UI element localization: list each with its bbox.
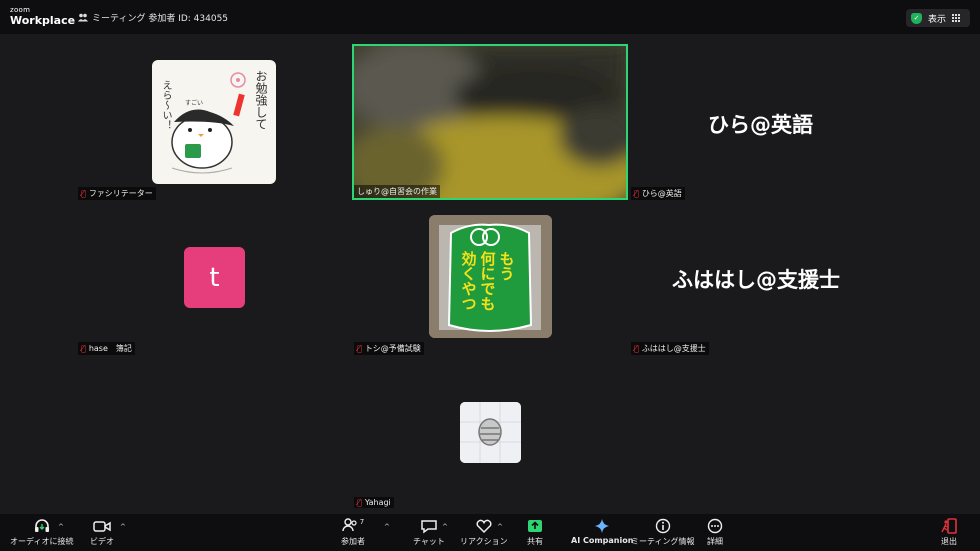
name-tag-yahagi: 🎙̸ Yahagi xyxy=(354,497,394,508)
chat-options-caret[interactable]: ^ xyxy=(442,523,448,531)
mic-muted-icon: 🎙̸ xyxy=(634,344,639,353)
reactions-options-caret[interactable]: ^ xyxy=(497,523,503,531)
ai-companion-button[interactable]: AI Companion xyxy=(571,518,633,545)
more-button[interactable]: 詳細 xyxy=(707,518,723,547)
participant-name: ふははし@支援士 xyxy=(641,344,706,353)
name-tag-shuri: しゅり@自習会の作業 xyxy=(354,185,440,198)
blurred-camera-image xyxy=(354,46,626,198)
audio-label: オーディオに接続 xyxy=(10,537,74,546)
participant-name: Yahagi xyxy=(364,498,391,507)
share-label: 共有 xyxy=(527,537,543,546)
participants-options-caret[interactable]: ^ xyxy=(384,523,390,531)
omamori-text-col1: 効くやつ xyxy=(459,251,478,311)
view-button[interactable]: ✓ 表示 xyxy=(906,9,970,27)
meeting-toolbar: オーディオに接続 ^ ビデオ ^ 7 参加者 ^ チャット ^ リアクション ^… xyxy=(0,514,980,551)
participants-icon xyxy=(342,518,357,532)
drawing-text-left: えら〜い！ xyxy=(160,80,171,130)
mic-muted-icon: 🎙̸ xyxy=(634,189,639,198)
chat-button[interactable]: チャット xyxy=(413,518,445,547)
chat-icon xyxy=(421,520,437,534)
logo-bottom: Workplace xyxy=(10,14,76,27)
zoom-logo: zoom Workplace xyxy=(10,6,76,27)
audio-options-caret[interactable]: ^ xyxy=(58,523,64,531)
mic-muted-icon: 🎙̸ xyxy=(81,344,86,353)
participants-button[interactable]: 7 参加者 xyxy=(341,518,365,547)
video-button[interactable]: ビデオ xyxy=(90,518,114,547)
more-label: 詳細 xyxy=(707,537,723,546)
ai-companion-label: AI Companion xyxy=(571,536,634,545)
participant-name: しゅり@自習会の作業 xyxy=(357,187,437,196)
name-tag-hase: 🎙̸ hase 簿記 xyxy=(78,342,135,355)
drawing-text-cup: すごい xyxy=(185,100,204,107)
participant-name: hase 簿記 xyxy=(88,344,132,353)
info-icon xyxy=(655,518,670,534)
mic-muted-icon: 🎙̸ xyxy=(81,189,86,198)
headphones-icon xyxy=(34,519,49,532)
participant-count: 7 xyxy=(359,518,365,526)
toshi-video[interactable]: 効くやつ 何にでも もう xyxy=(429,215,552,338)
sparkle-icon xyxy=(595,519,610,533)
participant-name-display-fuhashi: ふははし@支援士 xyxy=(672,268,840,292)
meeting-info-toolbar-button[interactable]: ミーティング情報 xyxy=(631,518,695,547)
name-tag-hira: 🎙̸ ひら@英語 xyxy=(631,187,685,200)
leave-button[interactable]: 退出 xyxy=(940,518,958,547)
participants-label: 参加者 xyxy=(341,537,365,546)
share-button[interactable]: 共有 xyxy=(527,518,543,547)
participant-name-display-hira: ひら@英語 xyxy=(708,113,813,137)
yahagi-video[interactable] xyxy=(460,402,521,463)
meeting-info-label: ミーティング情報 xyxy=(631,537,695,546)
chat-label: チャット xyxy=(413,537,445,546)
mic-muted-icon: 🎙̸ xyxy=(357,344,362,353)
heart-icon xyxy=(476,519,492,534)
name-tag-facilitator: 🎙̸ ファシリテーター xyxy=(78,187,156,200)
meeting-info-button[interactable]: ミーティング 参加者 ID: 434055 xyxy=(78,11,228,24)
participant-name: ファシリテーター xyxy=(88,189,153,198)
omamori-text-col3: もう xyxy=(497,251,516,281)
logo-top: zoom xyxy=(10,6,31,14)
view-label: 表示 xyxy=(928,14,947,25)
video-options-caret[interactable]: ^ xyxy=(120,523,126,531)
name-tag-fuhashi: 🎙̸ ふははし@支援士 xyxy=(631,342,709,355)
profile-photo-image xyxy=(460,402,521,463)
omamori-text-col2: 何にでも xyxy=(478,251,497,311)
mic-muted-icon: 🎙̸ xyxy=(357,498,362,507)
leave-label: 退出 xyxy=(941,537,957,546)
name-tag-toshi: 🎙̸ トシ@予備試験 xyxy=(354,342,424,355)
reactions-label: リアクション xyxy=(460,537,508,546)
camera-icon xyxy=(93,521,111,532)
participant-name: ひら@英語 xyxy=(641,189,682,198)
participants-icon xyxy=(78,13,88,22)
share-icon xyxy=(528,520,542,532)
participant-name: トシ@予備試験 xyxy=(364,344,421,353)
active-speaker-video[interactable]: しゅり@自習会の作業 xyxy=(352,44,628,200)
facilitator-video[interactable]: お勉強して えら〜い！ すごい xyxy=(152,60,276,184)
meeting-info-text: ミーティング 参加者 ID: 434055 xyxy=(92,14,229,24)
drawing-text-right: お勉強して xyxy=(254,70,268,130)
security-shield-icon: ✓ xyxy=(911,12,922,24)
exit-door-icon xyxy=(941,518,957,534)
more-icon xyxy=(707,518,723,534)
top-bar: zoom Workplace ミーティング 参加者 ID: 434055 ✓ 表… xyxy=(0,0,980,34)
avatar: t xyxy=(184,247,245,308)
video-label: ビデオ xyxy=(90,537,114,546)
grid-icon xyxy=(952,14,961,22)
